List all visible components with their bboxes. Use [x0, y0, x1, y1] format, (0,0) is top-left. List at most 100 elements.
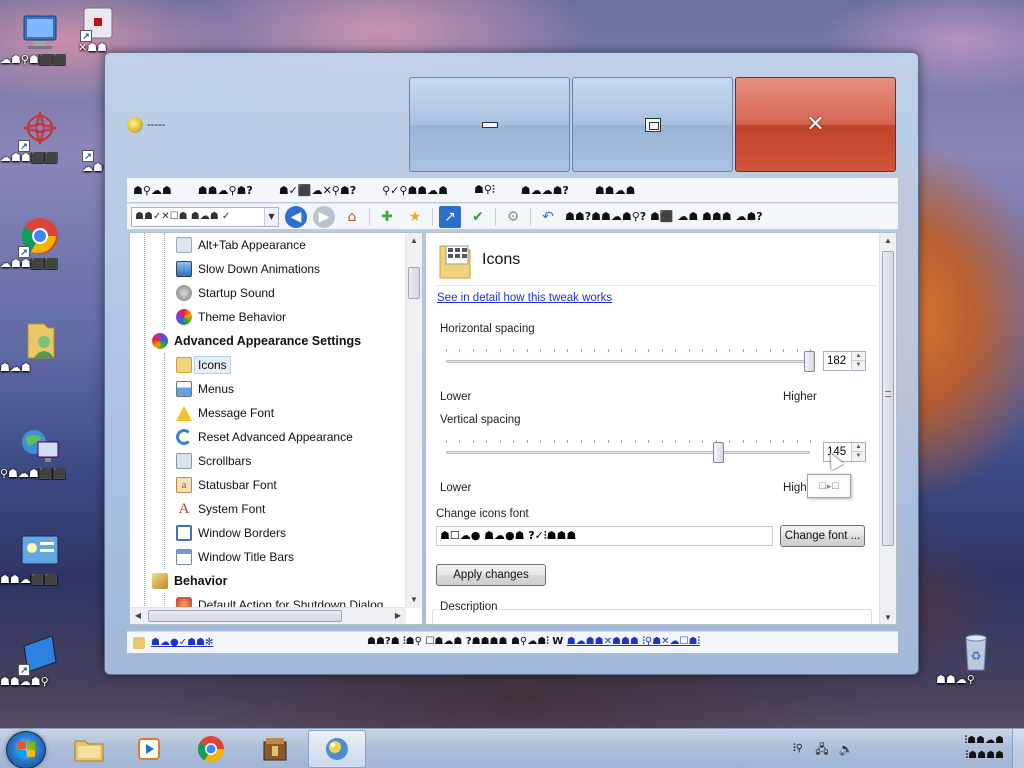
tree-item-alt-tab[interactable]: Alt+Tab Appearance [176, 234, 306, 256]
tree-item-statusbar-font[interactable]: a Statusbar Font [176, 474, 277, 496]
status-icon [133, 636, 145, 649]
network-icon[interactable]: 🖧 [814, 741, 830, 757]
tree-item-startup-sound[interactable]: Startup Sound [176, 282, 275, 304]
scroll-thumb[interactable] [408, 267, 420, 299]
change-font-button[interactable]: Change font ... [780, 525, 865, 547]
scroll-right-icon[interactable]: ▶ [390, 608, 406, 624]
slider-tick [797, 440, 798, 443]
menu-item[interactable]: ☗⚲☁☗ [133, 184, 172, 197]
status-left-link[interactable]: ☗☁●✓☗☗✻ [151, 637, 213, 648]
tree-item-scrollbars[interactable]: Scrollbars [176, 450, 251, 472]
chrome-icon [197, 736, 225, 763]
taskbar-media-player[interactable] [120, 730, 178, 768]
home-button[interactable]: ⌂ [341, 206, 363, 228]
tweak-tree[interactable]: Alt+Tab Appearance Slow Down Animations … [129, 232, 423, 625]
horizontal-spacing-thumb[interactable] [804, 351, 815, 372]
volume-icon[interactable]: 🔊 [838, 741, 854, 757]
favorites-button[interactable]: ★ [404, 206, 426, 228]
desktop-icon-chrome[interactable]: ↗ ☁☗☗⬛⬛ [0, 214, 80, 270]
desktop-icon-label: ☁☗☗⬛⬛ [0, 152, 59, 164]
spin-up-icon[interactable]: ▲ [851, 443, 865, 452]
spin-down-icon[interactable]: ▼ [851, 361, 865, 370]
desktop-icon-recycle-bin[interactable]: ♻ ☗☗☁⚲ [936, 630, 1016, 686]
scroll-up-icon[interactable]: ▲ [406, 233, 422, 249]
scroll-up-icon[interactable]: ▲ [880, 233, 896, 249]
menu-item[interactable]: ⚲✓⚲☗☗☁☗ [382, 184, 448, 197]
clock[interactable]: ⫶☗☗☁☗ ⫶☗☗☗☗ [965, 733, 1004, 763]
tweaker-window[interactable]: ----- ✕ ☗⚲☁☗ ☗☗☁⚲☗? ☗✓⬛☁✕⚲☗? ⚲✓⚲☗☗☁☗ ☗⚲⫶… [104, 52, 919, 675]
apply-changes-button[interactable]: Apply changes [436, 564, 546, 586]
language-indicator[interactable]: ⫶⚲ [790, 741, 806, 757]
undo-button[interactable]: ↶ [537, 206, 559, 228]
status-right-link[interactable]: ☗☁☗☗✕☗☗☗ ⫶⚲☗✕☁☐☗⫶ [567, 636, 700, 647]
slider-tick [567, 440, 568, 443]
tree-item-system-font[interactable]: A System Font [176, 498, 266, 520]
vertical-spacing-track[interactable] [446, 451, 810, 454]
tree-item-icons[interactable]: Icons [176, 354, 231, 376]
taskbar-tweaker[interactable] [308, 730, 366, 768]
spin-up-icon[interactable]: ▲ [851, 352, 865, 361]
menu-item[interactable]: ☗✓⬛☁✕⚲☗? [279, 184, 356, 197]
toolbar-separator [495, 207, 496, 226]
desktop-icon-app-shortcut[interactable]: ↗ ☗☗☁☗⚲ [0, 632, 80, 688]
scroll-down-icon[interactable]: ▼ [880, 610, 896, 624]
tree-item-menus[interactable]: Menus [176, 378, 234, 400]
scroll-thumb[interactable] [882, 251, 894, 546]
menu-item[interactable]: ☗☁☁☗? [521, 184, 569, 197]
spin-down-icon[interactable]: ▼ [851, 452, 865, 461]
scroll-left-icon[interactable]: ◀ [130, 608, 146, 624]
scroll-down-icon[interactable]: ▼ [406, 592, 422, 608]
icons-font-field[interactable]: ☗☐☁● ☗☁●☗ ?✓⫶☗☗☗ [436, 526, 773, 546]
tree-item-window-borders[interactable]: Window Borders [176, 522, 286, 544]
tree-item-theme-behavior[interactable]: Theme Behavior [176, 306, 286, 328]
menu-item[interactable]: ☗⚲⫶ [474, 183, 495, 197]
search-combo[interactable]: ☗☗✓✕☐☗ ☗☁☗ ✓ ▼ [131, 206, 279, 227]
horizontal-spacing-input[interactable]: 182 ▲ ▼ [823, 351, 866, 371]
forward-button[interactable]: ▶ [313, 205, 335, 228]
show-desktop-button[interactable] [1012, 729, 1024, 768]
desktop-icon-label: ☗☁☗ [0, 362, 31, 374]
detail-link[interactable]: See in detail how this tweak works [437, 292, 612, 304]
tweaker-icon [326, 738, 348, 760]
desktop-icon-control-panel[interactable]: ☗☗☁⬛⬛ [0, 530, 80, 586]
start-button[interactable] [6, 731, 46, 768]
apply-check-button[interactable]: ✔ [467, 206, 489, 228]
desktop-icon-user-folder[interactable]: ☗☁☗ [0, 318, 80, 374]
desktop-icon-label: ⚲☗☁☗⬛⬛ [0, 468, 67, 480]
menus-icon [176, 381, 192, 397]
desktop-icon-folder[interactable]: ↗ ☁☗⚲ [82, 140, 111, 174]
maximize-button[interactable] [572, 77, 733, 172]
menu-item[interactable]: ☗☗☁⚲☗? [198, 184, 253, 197]
tree-item-reset-appearance[interactable]: Reset Advanced Appearance [176, 426, 353, 448]
desktop-icon-app[interactable]: ↗ ✕☗☗ [78, 6, 118, 54]
undo-label[interactable]: ☗☗?☗☗☁☗⚲? ☗⬛ ☁☗ ☗☗☗ ☁☗? [565, 210, 763, 223]
tree-item-window-title-bars[interactable]: Window Title Bars [176, 546, 294, 568]
taskbar-explorer[interactable] [60, 730, 118, 768]
taskbar-archive[interactable] [246, 730, 304, 768]
chevron-down-icon[interactable]: ▼ [264, 207, 278, 226]
horizontal-spacing-track[interactable] [446, 360, 810, 363]
add-favorite-button[interactable]: ✚ [376, 206, 398, 228]
tree-item-slow-animations[interactable]: Slow Down Animations [176, 258, 320, 280]
scroll-thumb[interactable] [148, 610, 342, 622]
desktop-icon-flower[interactable]: ↗ ☁☗☗⬛⬛ [0, 108, 80, 164]
content-vertical-scrollbar[interactable]: ▲ ▼ [879, 233, 896, 624]
desktop-icon-label: ☗☗☁⬛⬛ [0, 574, 59, 586]
back-button[interactable]: ◀ [285, 205, 307, 228]
tree-vertical-scrollbar[interactable]: ▲ ▼ [405, 233, 422, 608]
vertical-spacing-thumb[interactable] [713, 442, 724, 463]
tree-item-message-font[interactable]: Message Font [176, 402, 274, 424]
desktop-icon-computer[interactable]: ☁☗⚲☗⬛⬛ [0, 10, 80, 66]
desktop-icon-network[interactable]: ⚲☗☁☗⬛⬛ [0, 424, 80, 480]
tree-horizontal-scrollbar[interactable]: ◀ ▶ [130, 607, 406, 624]
close-button[interactable]: ✕ [735, 77, 896, 172]
network-icon [18, 424, 62, 468]
svg-text:♻: ♻ [971, 649, 982, 663]
menu-item[interactable]: ☗☗☁☗ [595, 184, 636, 197]
tree-group-advanced-appearance[interactable]: Advanced Appearance Settings [152, 330, 361, 352]
tree-group-behavior[interactable]: Behavior [152, 570, 228, 592]
settings-button[interactable]: ⚙ [502, 206, 524, 228]
shortcut-button[interactable]: ↗ [439, 205, 461, 228]
taskbar-chrome[interactable] [182, 730, 240, 768]
minimize-button[interactable] [409, 77, 570, 172]
